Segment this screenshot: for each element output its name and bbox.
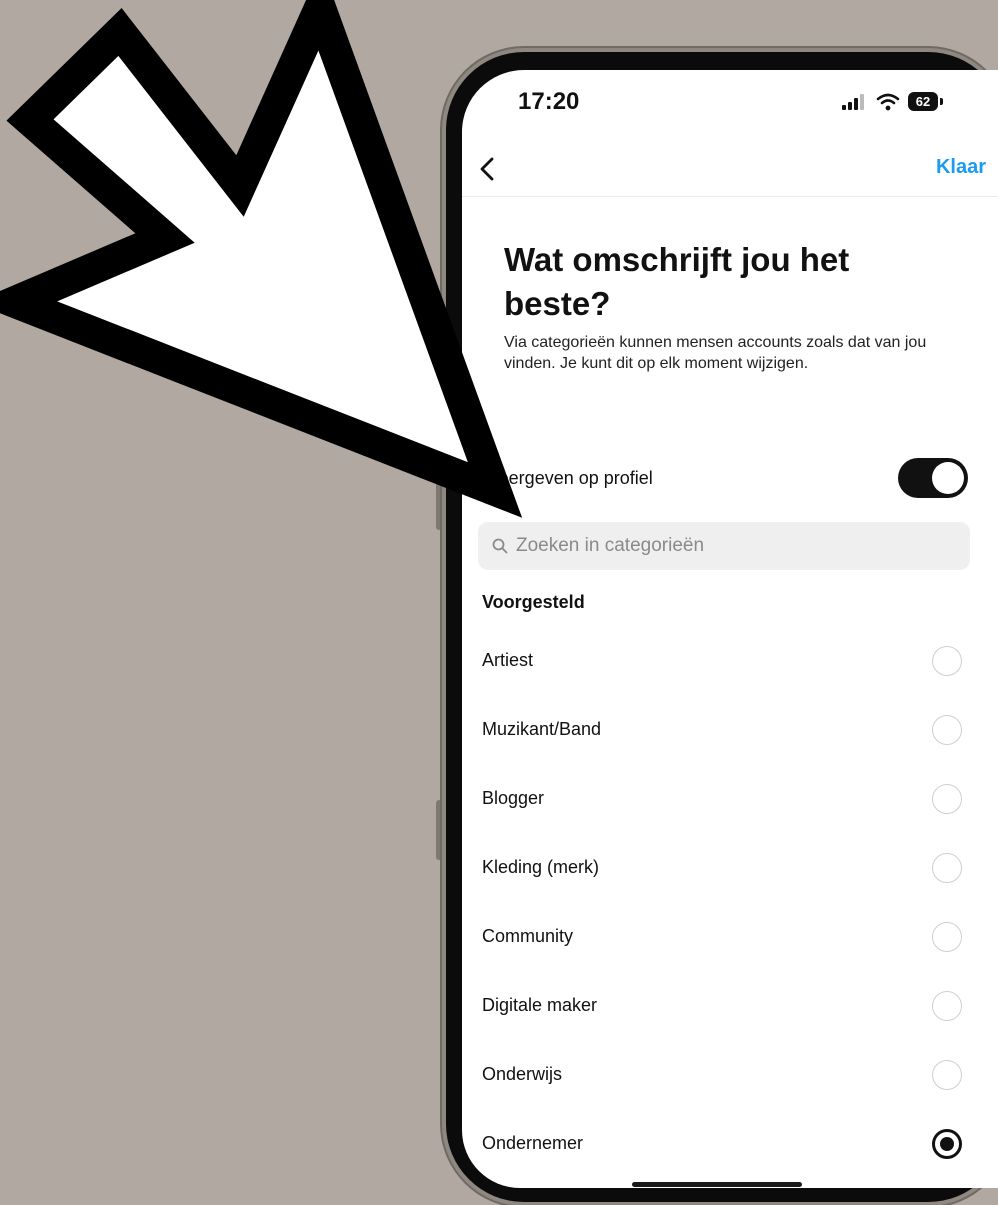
- category-item[interactable]: Kleding (merk): [462, 835, 998, 904]
- category-label: Digitale maker: [482, 995, 598, 1015]
- search-icon: [492, 538, 508, 554]
- category-label: Muzikant/Band: [482, 719, 602, 739]
- volume-down-button: [436, 800, 442, 860]
- category-item[interactable]: Onderwijs: [462, 1042, 998, 1111]
- done-button[interactable]: Klaar: [936, 156, 986, 179]
- wifi-icon: [876, 93, 900, 111]
- category-item[interactable]: Community: [462, 904, 998, 973]
- category-radio[interactable]: [932, 646, 962, 676]
- category-radio[interactable]: [932, 1060, 962, 1090]
- category-radio[interactable]: [932, 715, 962, 745]
- pointer-arrow-icon: [0, 0, 523, 518]
- battery-icon: 62: [908, 92, 938, 111]
- category-radio[interactable]: [932, 853, 962, 883]
- category-item[interactable]: Artiest: [462, 628, 998, 697]
- category-label: Kleding (merk): [482, 857, 600, 877]
- category-label: Onderwijs: [482, 1064, 563, 1084]
- category-radio[interactable]: [932, 922, 962, 952]
- category-radio-selected[interactable]: [932, 1129, 962, 1159]
- section-suggested: Voorgesteld: [482, 592, 585, 612]
- toggle-knob: [932, 462, 964, 494]
- category-item[interactable]: Ondernemer: [462, 1111, 998, 1180]
- search-placeholder: Zoeken in categorieën: [516, 535, 705, 556]
- category-radio[interactable]: [932, 784, 962, 814]
- home-indicator: [632, 1182, 802, 1187]
- search-input[interactable]: Zoeken in categorieën: [478, 522, 970, 570]
- category-item[interactable]: Muzikant/Band: [462, 697, 998, 766]
- category-item[interactable]: Digitale maker: [462, 973, 998, 1042]
- category-label: Community: [482, 926, 574, 946]
- show-on-profile-toggle[interactable]: [898, 458, 968, 498]
- category-radio[interactable]: [932, 991, 962, 1021]
- category-label: Artiest: [482, 650, 534, 670]
- page-subtitle: Via categorieën kunnen mensen accounts z…: [504, 334, 927, 372]
- page-title: Wat omschrijft jou het beste?: [504, 241, 850, 322]
- category-label: Blogger: [482, 788, 545, 808]
- category-item[interactable]: Blogger: [462, 766, 998, 835]
- battery-tip: [940, 98, 943, 105]
- signal-icon: [842, 94, 866, 110]
- category-list: Artiest Muzikant/Band Blogger Kleding (m…: [462, 628, 998, 1180]
- category-label: Ondernemer: [482, 1133, 584, 1153]
